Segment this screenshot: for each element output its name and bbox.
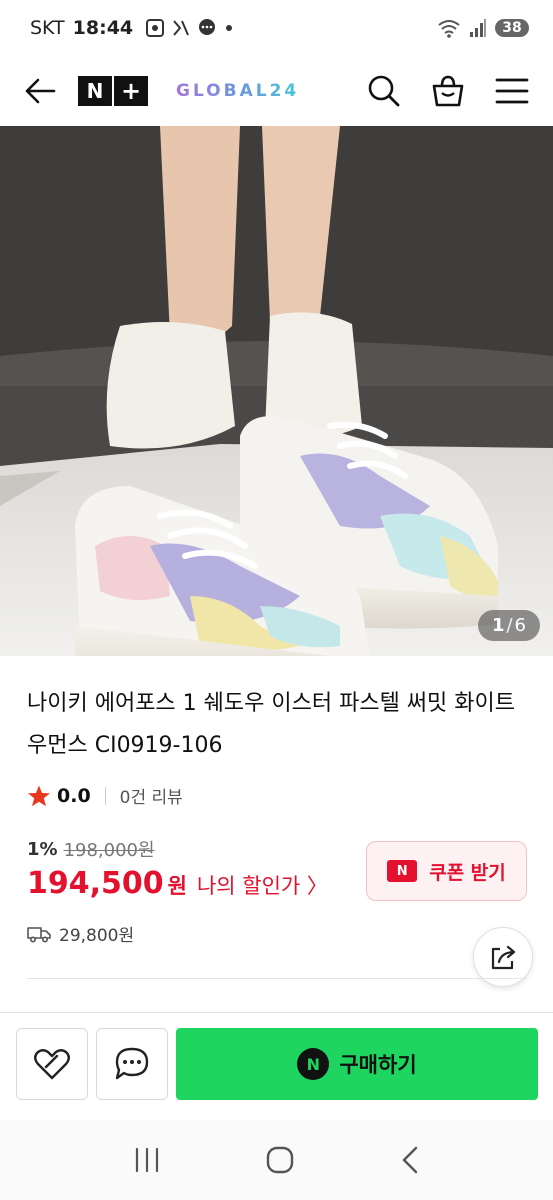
search-icon[interactable] — [367, 74, 401, 108]
message-icon — [199, 19, 216, 35]
brand-label: GLOBAL24 — [176, 81, 300, 101]
product-title: 나이키 에어포스 1 쉐도우 이스터 파스텔 써밋 화이트 우먼스 CI0919… — [27, 691, 515, 758]
coupon-label: 쿠폰 받기 — [429, 861, 506, 884]
notification-dot-icon — [226, 25, 233, 31]
cart-bag-icon[interactable] — [431, 74, 465, 108]
rating-row[interactable]: 0.0 0건 리뷰 — [27, 783, 183, 808]
back-arrow-icon[interactable] — [24, 77, 56, 105]
pager-total: 6 — [514, 615, 526, 636]
sale-price: 194,500 — [27, 866, 164, 901]
purchase-action-bar: N 구매하기 — [0, 1013, 553, 1120]
heart-link-icon — [34, 1049, 70, 1080]
my-discount-link[interactable]: 나의 할인가 〉 — [197, 870, 328, 900]
gallery-pager: 1/6 — [477, 610, 540, 641]
chat-bubble-icon — [115, 1047, 149, 1080]
inquiry-button[interactable] — [96, 1028, 168, 1100]
original-price: 198,000원 — [63, 840, 155, 861]
pager-separator: / — [506, 615, 513, 636]
system-nav-bar — [0, 1120, 553, 1200]
logo-plus: + — [114, 76, 148, 106]
review-count: 0건 리뷰 — [119, 788, 183, 808]
shipping-row: 29,800원 — [27, 921, 134, 946]
coupon-button[interactable]: N 쿠폰 받기 — [366, 841, 527, 901]
delivery-truck-icon — [27, 926, 51, 943]
back-nav-icon[interactable] — [399, 1145, 421, 1175]
rating-divider — [104, 786, 106, 805]
star-icon — [28, 785, 50, 806]
clock: 18:44 — [72, 17, 134, 39]
rating-score: 0.0 — [57, 784, 91, 807]
battery-indicator: 38 — [495, 19, 529, 37]
price-line: 194,500 원 나의 할인가 〉 — [27, 866, 328, 901]
price-unit: 원 — [167, 874, 187, 898]
discount-percent: 1% — [27, 838, 58, 860]
section-divider — [27, 978, 527, 979]
sneakers-photo — [0, 126, 553, 656]
wifi-icon — [438, 20, 460, 38]
buy-label: 구매하기 — [339, 1053, 417, 1077]
screenshot-icon — [146, 19, 165, 37]
buy-button[interactable]: N 구매하기 — [176, 1028, 538, 1100]
pager-current: 1 — [491, 615, 505, 636]
product-image[interactable]: 1/6 — [0, 126, 553, 656]
signal-icon — [470, 19, 486, 37]
wishlist-button[interactable] — [16, 1028, 88, 1100]
home-icon[interactable] — [265, 1145, 295, 1175]
naver-plus-logo[interactable]: N + — [78, 76, 148, 106]
naver-pay-badge: N — [297, 1048, 330, 1080]
status-bar: SKT 18:44 38 — [0, 0, 553, 56]
nfc-icon — [173, 20, 190, 36]
menu-icon[interactable] — [495, 77, 529, 105]
shipping-fee: 29,800원 — [59, 926, 135, 946]
logo-n: N — [78, 76, 112, 106]
carrier-label: SKT — [30, 17, 65, 39]
app-header: N + GLOBAL24 — [0, 56, 553, 126]
share-icon — [491, 945, 516, 970]
discount-line: 1% 198,000원 — [27, 836, 155, 862]
coupon-n-badge: N — [387, 860, 418, 882]
recent-apps-icon[interactable] — [132, 1147, 162, 1173]
